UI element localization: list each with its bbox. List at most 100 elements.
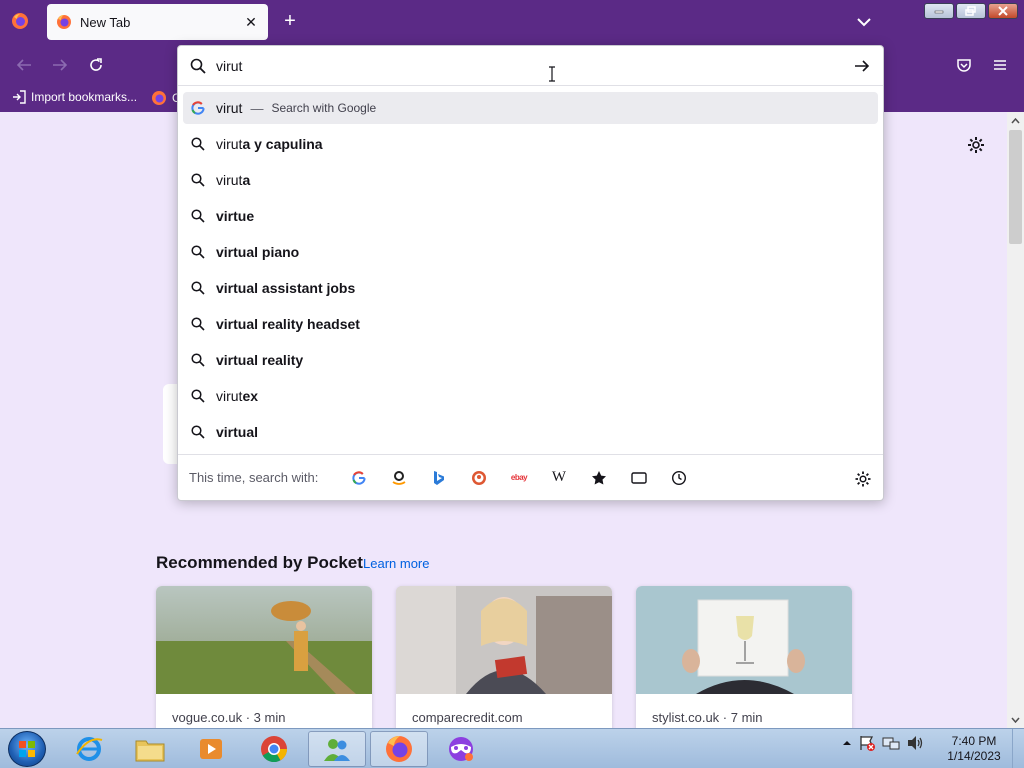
close-icon [998,6,1008,16]
google-icon[interactable] [339,463,379,493]
card-source: stylist.co.uk · 7 min [652,710,763,725]
tab-new-tab[interactable]: New Tab ✕ [47,4,268,40]
pocket-learn-more-link[interactable]: Learn more [363,556,429,571]
search-suggestion[interactable]: virut ex [183,378,878,414]
search-suggestion[interactable]: virtual reality headset [183,306,878,342]
chrome-taskbar[interactable] [245,731,303,767]
search-icon [190,208,206,224]
go-arrow-icon[interactable] [853,57,871,75]
scroll-down-button[interactable] [1007,711,1024,728]
search-settings-gear-icon[interactable] [854,470,872,488]
tab-strip: New Tab ✕ + [0,0,1024,44]
urlbar-input[interactable] [216,57,853,74]
pocket-button[interactable] [954,55,974,75]
back-button[interactable] [14,55,34,75]
suggestion-list: virut — Search with Google virut a y capu… [183,92,878,450]
taskbar-clock[interactable]: 7:40 PM 1/14/2023 [940,734,1008,764]
suggestion-completion: virtual reality headset [216,316,360,332]
suggestion-typed: virut [216,136,243,152]
suggestion-completion: a y capulina [242,136,323,152]
tab-close-icon[interactable]: ✕ [240,11,262,33]
private-browsing-taskbar[interactable] [432,731,490,767]
back-arrow-icon [16,59,31,71]
bing-icon[interactable] [419,463,459,493]
search-suggestion[interactable]: virtual [183,414,878,450]
action-center-flag-icon[interactable] [858,735,876,751]
show-desktop-button[interactable] [1012,729,1024,768]
one-off-engines: ebay W [339,463,699,493]
firefox-menu-icon[interactable] [11,12,29,30]
suggestion-completion: virtual assistant jobs [216,280,356,296]
search-suggestion[interactable]: virut a [183,162,878,198]
media-player-taskbar[interactable] [182,731,240,767]
network-icon[interactable] [882,735,900,751]
search-with-label: Search with Google [271,101,377,115]
amazon-icon[interactable] [379,463,419,493]
search-suggestion[interactable]: virut a y capulina [183,126,878,162]
suggestion-completion: a [242,172,251,188]
page-scrollbar[interactable] [1007,112,1024,728]
card-source: vogue.co.uk · 3 min [172,710,286,725]
text-cursor-icon [549,66,555,82]
wikipedia-icon[interactable]: W [539,463,579,493]
chevron-up-icon [1011,117,1020,123]
search-suggestion[interactable]: virtual piano [183,234,878,270]
internet-explorer-taskbar[interactable] [60,731,118,767]
new-tab-button[interactable]: + [279,11,301,33]
article-image [396,586,612,694]
scroll-thumb[interactable] [1009,130,1022,244]
show-hidden-icons-icon[interactable] [842,739,852,747]
import-bookmarks-item[interactable]: Import bookmarks... [12,90,137,104]
explorer-taskbar[interactable] [121,731,179,767]
search-icon [190,58,206,74]
search-icon [190,244,206,260]
search-icon [190,316,206,332]
tabs-icon[interactable] [619,463,659,493]
firefox-taskbar[interactable] [370,731,428,767]
personalize-gear-icon[interactable] [966,135,986,155]
firefox-favicon-icon [57,15,71,29]
search-suggestion[interactable]: virtue [183,198,878,234]
suggestion-text: virut [216,100,243,116]
duckduckgo-icon[interactable] [459,463,499,493]
minimize-button[interactable] [924,3,954,19]
suggestion-completion: ex [242,388,259,404]
hamburger-menu-icon [994,60,1006,70]
urlbar-popup: virut — Search with Google viruta y capu… [177,45,884,501]
search-icon [190,280,206,296]
restore-button[interactable] [956,3,986,19]
bookmarks-icon[interactable] [579,463,619,493]
list-all-tabs-icon[interactable] [853,13,875,31]
forward-button[interactable] [50,55,70,75]
one-off-label: This time, search with: [189,470,319,485]
restore-icon [965,6,976,16]
search-icon [190,352,206,368]
suggestion-completion: virtual piano [216,244,300,260]
close-window-button[interactable] [988,3,1018,19]
start-button[interactable] [8,731,46,767]
card-source: comparecredit.com [412,710,523,725]
history-icon[interactable] [659,463,699,493]
pocket-card[interactable]: stylist.co.uk · 7 min [636,586,852,728]
search-icon [190,388,206,404]
suggestion-completion: virtue [216,208,255,224]
users-taskbar[interactable] [308,731,366,767]
search-suggestion[interactable]: virtual reality [183,342,878,378]
suggestion-search-with-google[interactable]: virut — Search with Google [183,92,878,124]
pocket-card[interactable]: comparecredit.com [396,586,612,728]
reload-button[interactable] [86,55,106,75]
pocket-card[interactable]: vogue.co.uk · 3 min [156,586,372,728]
search-suggestion[interactable]: virtual assistant jobs [183,270,878,306]
suggestion-dash: — [250,100,264,116]
search-icon [190,172,206,188]
article-image [156,586,372,694]
search-icon [190,136,206,152]
ebay-icon[interactable]: ebay [499,463,539,493]
wikipedia-glyph: W [551,469,567,485]
scroll-up-button[interactable] [1007,112,1024,129]
app-menu-button[interactable] [990,55,1010,75]
volume-icon[interactable] [906,735,924,751]
article-image [636,586,852,694]
reload-icon [90,58,102,71]
folder-icon [135,740,165,762]
